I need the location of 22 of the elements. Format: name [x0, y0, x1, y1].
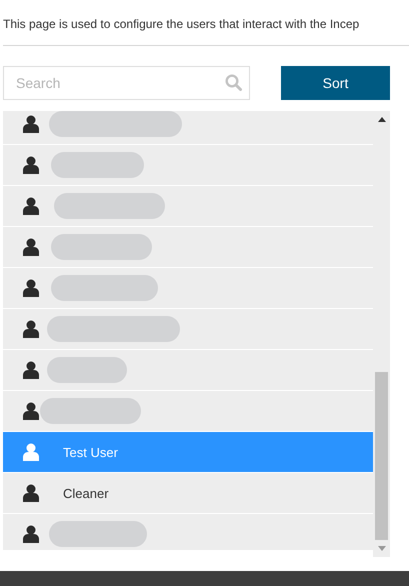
user-icon — [23, 402, 39, 420]
user-icon — [23, 115, 39, 133]
user-row[interactable] — [3, 111, 373, 145]
scroll-thumb[interactable] — [375, 372, 388, 540]
search-icon — [225, 74, 242, 91]
user-icon — [23, 197, 39, 215]
user-icon — [23, 156, 39, 174]
user-icon — [23, 361, 39, 379]
scroll-down-icon[interactable] — [378, 546, 386, 551]
intro-text: This page is used to configure the users that interact with the Incep — [2, 16, 360, 33]
scrollbar[interactable] — [373, 111, 390, 557]
user-icon — [23, 320, 39, 338]
user-icon — [23, 484, 39, 502]
scroll-up-icon[interactable] — [378, 117, 386, 122]
user-icon — [23, 279, 39, 297]
search-field[interactable]: Search — [3, 66, 250, 100]
user-name: Cleaner — [63, 486, 109, 500]
user-icon — [23, 443, 39, 461]
user-name: Test User — [63, 444, 118, 460]
user-icon — [23, 238, 39, 256]
user-icon — [23, 525, 39, 543]
sort-button[interactable]: Sort — [281, 66, 390, 100]
